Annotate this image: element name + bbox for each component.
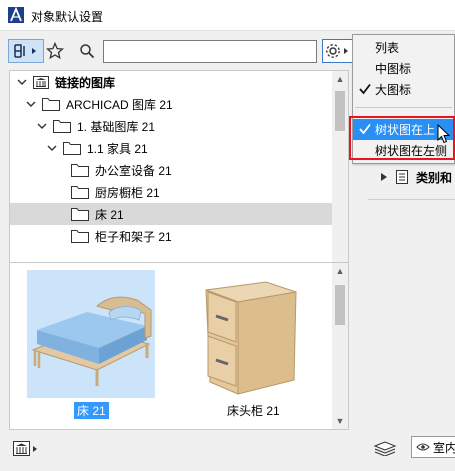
tree-item-label: 办公室设备 21 — [95, 163, 172, 178]
folder-icon — [71, 208, 89, 221]
gear-icon — [326, 44, 348, 58]
expand-caret-icon — [47, 145, 57, 151]
tree-item-label: 1. 基础图库 21 — [77, 119, 156, 134]
scrollbar-thumb[interactable] — [335, 91, 345, 131]
document-icon — [396, 170, 408, 184]
side-category-row[interactable]: 类别和 — [380, 167, 452, 187]
tree-item-beds[interactable]: 床 21 — [10, 203, 333, 225]
view-mode-button[interactable] — [8, 39, 44, 63]
library-icon — [33, 76, 49, 89]
tree-item-label: 厨房橱柜 21 — [95, 185, 160, 200]
nightstand-image — [205, 281, 297, 395]
scroll-down-arrow-icon[interactable]: ▼ — [335, 416, 345, 426]
layers-icon[interactable] — [373, 440, 399, 456]
archicad-logo-icon — [8, 7, 24, 23]
nightstand-thumbnail[interactable] — [186, 270, 314, 398]
menu-separator — [355, 107, 452, 108]
expand-caret-icon — [37, 123, 47, 129]
tree-item-basic-library[interactable]: 1. 基础图库 21 — [10, 115, 333, 137]
star-icon — [46, 42, 64, 60]
folder-icon — [53, 120, 71, 133]
side-bottom-bar: 室内 — [373, 435, 455, 461]
menu-item-label: 中图标 — [375, 62, 412, 76]
tree-item-label: 1.1 家具 21 — [87, 141, 148, 156]
preview-item-label[interactable]: 床头柜 21 — [224, 402, 283, 419]
library-icon — [13, 441, 37, 456]
side-divider — [368, 199, 455, 200]
folder-icon — [63, 142, 81, 155]
library-tree[interactable]: 链接的图库 ARCHICAD 图库 21 1. 基础图库 21 1.1 家具 2… — [9, 70, 349, 282]
tree-item-label: 链接的图库 — [55, 75, 116, 90]
menu-item-label: 列表 — [375, 41, 400, 55]
search-button[interactable] — [76, 39, 98, 63]
bed-image — [31, 296, 152, 386]
checkmark-icon — [359, 83, 371, 95]
tree-item-linked-library[interactable]: 链接的图库 — [10, 71, 333, 93]
folder-icon — [71, 164, 89, 177]
window-title: 对象默认设置 — [31, 10, 104, 24]
tree-view-icon — [14, 44, 36, 58]
search-icon — [80, 44, 95, 59]
favorites-button[interactable] — [44, 39, 66, 63]
tree-item-office-equipment[interactable]: 办公室设备 21 — [10, 159, 333, 181]
scrollbar-thumb[interactable] — [335, 285, 345, 325]
search-input[interactable] — [103, 40, 317, 63]
tree-item-cabinets-shelves[interactable]: 柜子和架子 21 — [10, 225, 333, 247]
tree-item-kitchen-cabinets[interactable]: 厨房橱柜 21 — [10, 181, 333, 203]
menu-item-large-icons[interactable]: 大图标 — [353, 79, 454, 100]
menu-item-list[interactable]: 列表 — [353, 37, 454, 58]
tree-item-label: 床 21 — [95, 207, 124, 222]
settings-button[interactable] — [322, 39, 354, 63]
folder-icon — [71, 186, 89, 199]
preview-panel[interactable]: 床 21 床头柜 21 ▲ ▼ — [9, 262, 349, 430]
expand-arrow-icon — [381, 173, 387, 181]
room-view-button[interactable]: 室内 — [411, 436, 455, 458]
menu-item-label: 大图标 — [375, 83, 412, 97]
tree-item-furniture[interactable]: 1.1 家具 21 — [10, 137, 333, 159]
eye-icon — [416, 443, 430, 451]
folder-icon — [42, 98, 60, 111]
menu-item-medium-icons[interactable]: 中图标 — [353, 58, 454, 79]
tree-item-label: ARCHICAD 图库 21 — [66, 97, 173, 112]
side-category-label: 类别和 — [416, 170, 453, 185]
mouse-pointer-icon — [437, 124, 451, 144]
tree-scrollbar[interactable]: ▲ ▼ — [332, 71, 348, 281]
preview-item-label[interactable]: 床 21 — [74, 402, 109, 419]
room-view-label: 室内 — [433, 440, 455, 455]
tree-item-label: 柜子和架子 21 — [95, 229, 172, 244]
expand-caret-icon — [26, 101, 36, 107]
title-bar: 对象默认设置 — [0, 0, 455, 31]
tree-item-archicad-library[interactable]: ARCHICAD 图库 21 — [10, 93, 333, 115]
expand-caret-icon — [17, 79, 27, 85]
library-manager-button[interactable] — [10, 436, 42, 462]
preview-scrollbar[interactable]: ▲ ▼ — [332, 263, 348, 429]
folder-icon — [71, 230, 89, 243]
scroll-up-arrow-icon[interactable]: ▲ — [335, 74, 345, 84]
bed-thumbnail[interactable] — [27, 270, 155, 398]
scroll-up-arrow-icon[interactable]: ▲ — [335, 266, 345, 276]
